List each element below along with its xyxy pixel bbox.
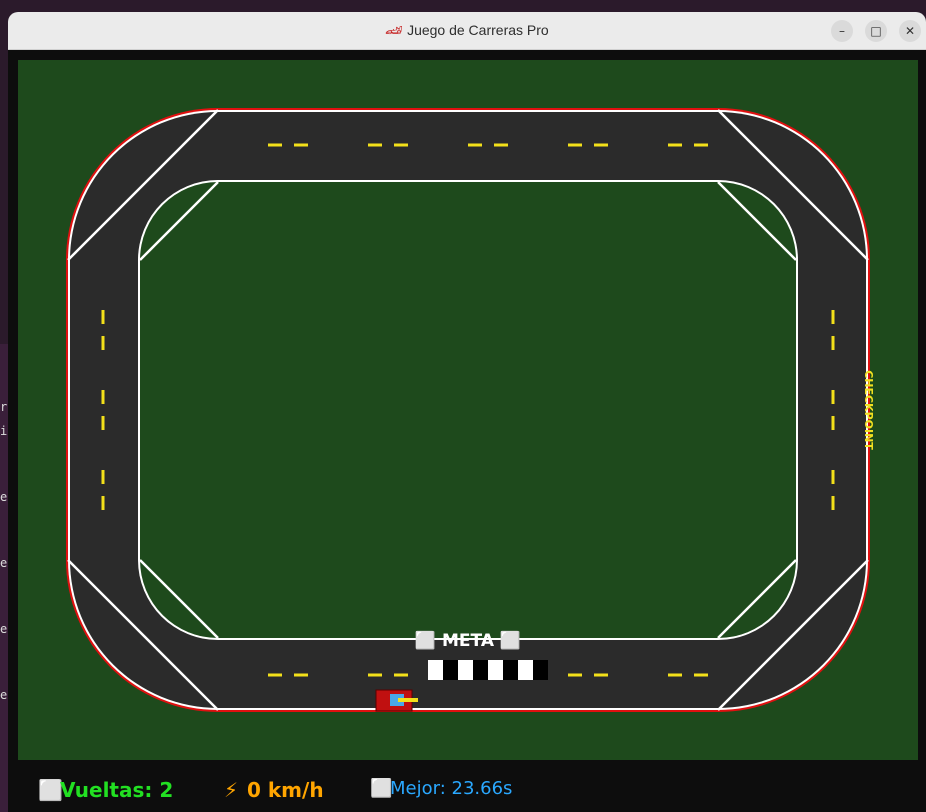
- finish-line: [428, 660, 548, 680]
- maximize-button[interactable]: □: [865, 20, 887, 42]
- speed-icon: ⚡: [224, 778, 239, 802]
- window-title-text: Juego de Carreras Pro: [407, 22, 549, 38]
- best-time: Mejor: 23.66s: [390, 778, 513, 799]
- window-title: 🏎 Juego de Carreras Pro: [8, 12, 926, 49]
- terminal-fragment: e: [0, 622, 8, 636]
- minimize-button[interactable]: –: [831, 20, 853, 42]
- terminal-fragment: r: [0, 400, 8, 414]
- hud-bar: ⬜ Vueltas: 2 ⚡ 0 km/h ⬜ Mejor: 23.66s: [8, 760, 926, 812]
- terminal-fragment: e: [0, 688, 8, 702]
- title-bar[interactable]: 🏎 Juego de Carreras Pro – □ ✕: [8, 12, 926, 50]
- close-button[interactable]: ✕: [899, 20, 921, 42]
- race-track-canvas[interactable]: ⬜ META ⬜ CHECKPOINT: [18, 60, 918, 760]
- checkpoint-label: CHECKPOINT: [862, 370, 875, 450]
- terminal-fragment: e: [0, 490, 8, 504]
- infield-grass: [140, 182, 796, 638]
- race-car-icon: 🏎: [385, 22, 404, 38]
- speed-readout: 0 km/h: [247, 778, 324, 802]
- game-window: 🏎 Juego de Carreras Pro – □ ✕ ⬜ META ⬜ C…: [8, 12, 926, 812]
- meta-label: ⬜ META ⬜: [415, 630, 521, 651]
- player-car[interactable]: [375, 689, 418, 712]
- terminal-fragment: e: [0, 556, 8, 570]
- laps-counter: Vueltas: 2: [60, 778, 174, 802]
- terminal-fragment: i: [0, 424, 8, 438]
